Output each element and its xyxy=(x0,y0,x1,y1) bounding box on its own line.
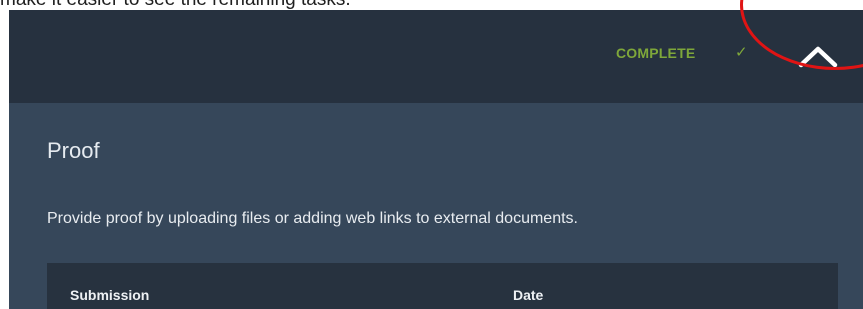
chevron-up-icon xyxy=(795,35,841,75)
submission-table: Submission Date xyxy=(47,263,838,309)
screenshot: make it easier to see the remaining task… xyxy=(0,0,863,309)
panel-header[interactable]: COMPLETE ✓ xyxy=(9,10,863,103)
collapse-button[interactable] xyxy=(795,35,841,75)
section-title: Proof xyxy=(47,138,100,163)
status-label: COMPLETE xyxy=(616,45,696,61)
column-header-submission[interactable]: Submission xyxy=(70,287,149,303)
checkmark-icon: ✓ xyxy=(735,43,748,61)
task-panel: COMPLETE ✓ Proof Provide proof by upload… xyxy=(9,10,863,309)
section-description: Provide proof by uploading files or addi… xyxy=(47,210,578,227)
column-header-date[interactable]: Date xyxy=(513,287,543,303)
